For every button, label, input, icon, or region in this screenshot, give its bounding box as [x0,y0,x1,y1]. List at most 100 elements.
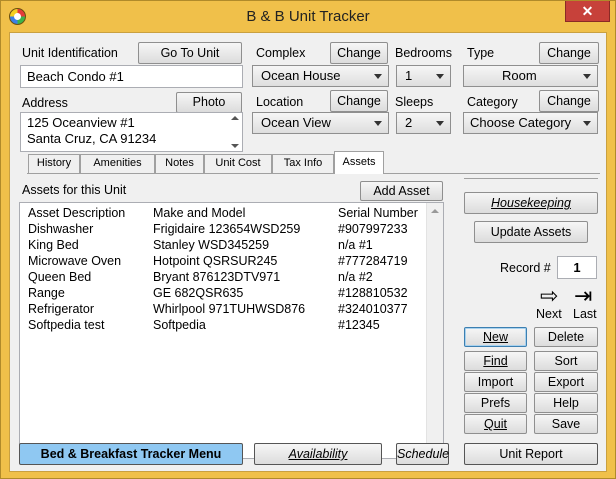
tab-history[interactable]: History [28,154,80,173]
main-panel: Unit Identification Go To Unit Beach Con… [9,32,607,472]
list-item[interactable]: Stanley WSD345259 [153,238,269,254]
list-item[interactable]: #128810532 [338,286,408,302]
category-value: Choose Category [470,115,572,130]
category-change-button[interactable]: Change [539,90,599,112]
chevron-down-icon [374,121,382,126]
unit-id-label: Unit Identification [22,46,118,60]
update-assets-button[interactable]: Update Assets [474,221,588,243]
address-line-1: 125 Oceanview #1 [27,115,135,130]
assets-header-make: Make and Model [153,206,246,220]
app-window: B & B Unit Tracker ✕ Unit Identification… [0,0,616,479]
quit-button[interactable]: Quit [464,414,527,434]
unit-report-button[interactable]: Unit Report [464,443,598,465]
close-button[interactable]: ✕ [565,1,610,22]
list-item[interactable]: Queen Bed [28,270,91,286]
assets-scrollbar[interactable] [426,203,443,458]
address-field[interactable]: 125 Oceanview #1 Santa Cruz, CA 91234 [20,112,243,152]
go-to-unit-label: Go To Unit [160,46,220,60]
availability-label: Availability [288,447,348,461]
list-item[interactable]: GE 682QSR635 [153,286,243,302]
list-item[interactable]: Whirlpool 971TUHWSD876 [153,302,305,318]
next-label[interactable]: Next [536,307,562,321]
category-label: Category [467,95,518,109]
type-value: Room [502,68,537,83]
title-bar: B & B Unit Tracker ✕ [1,1,615,32]
tab-unit-cost[interactable]: Unit Cost [204,154,272,173]
tab-amenities[interactable]: Amenities [80,154,155,173]
delete-button[interactable]: Delete [534,327,598,347]
new-button[interactable]: New [464,327,527,347]
bedrooms-value: 1 [405,68,413,83]
list-item[interactable]: Microwave Oven [28,254,121,270]
assets-section-label: Assets for this Unit [22,183,127,197]
tab-panel-border [27,173,600,174]
housekeeping-label: Housekeeping [491,196,571,210]
category-select[interactable]: Choose Category [463,112,598,134]
list-item[interactable]: Hotpoint QSRSUR245 [153,254,277,270]
assets-header-description: Asset Description [28,206,126,220]
chevron-down-icon [436,121,444,126]
unit-id-field[interactable]: Beach Condo #1 [20,65,243,88]
list-item[interactable]: Dishwasher [28,222,93,238]
list-item[interactable]: Range [28,286,65,302]
list-item[interactable]: #12345 [338,318,380,334]
record-field[interactable]: 1 [557,256,597,279]
photo-button[interactable]: Photo [176,92,242,113]
list-item[interactable]: #907997233 [338,222,408,238]
chevron-down-icon [583,121,591,126]
bedrooms-select[interactable]: 1 [396,65,451,87]
chevron-down-icon [436,74,444,79]
list-item[interactable]: Softpedia test [28,318,104,334]
divider [464,178,598,179]
last-label[interactable]: Last [573,307,597,321]
tab-tax-info[interactable]: Tax Info [272,154,334,173]
location-change-button[interactable]: Change [330,90,388,112]
list-item[interactable]: #324010377 [338,302,408,318]
list-item[interactable]: Frigidaire 123654WSD259 [153,222,300,238]
list-item[interactable]: n/a #1 [338,238,373,254]
housekeeping-button[interactable]: Housekeeping [464,192,598,214]
list-item[interactable]: Bryant 876123DTV971 [153,270,280,286]
address-line-2: Santa Cruz, CA 91234 [27,131,157,146]
go-to-unit-button[interactable]: Go To Unit [138,42,242,64]
tracker-menu-button[interactable]: Bed & Breakfast Tracker Menu [19,443,243,465]
export-button[interactable]: Export [534,372,598,392]
complex-value: Ocean House [261,68,341,83]
help-button[interactable]: Help [534,393,598,413]
complex-select[interactable]: Ocean House [252,65,389,87]
scroll-down-icon[interactable] [231,144,239,148]
list-item[interactable]: Refrigerator [28,302,94,318]
list-item[interactable]: King Bed [28,238,79,254]
type-change-button[interactable]: Change [539,42,599,64]
tab-notes[interactable]: Notes [155,154,204,173]
window-title: B & B Unit Tracker [246,8,370,25]
tab-assets[interactable]: Assets [334,151,384,174]
schedule-button[interactable]: Schedule [396,443,449,465]
next-arrow-icon[interactable]: ⇨ [540,285,558,307]
scroll-up-icon[interactable] [231,116,239,120]
chevron-down-icon [583,74,591,79]
location-value: Ocean View [261,115,331,130]
type-select[interactable]: Room [463,65,598,87]
list-item[interactable]: Softpedia [153,318,206,334]
find-label: Find [483,354,508,368]
list-item[interactable]: #777284719 [338,254,408,270]
last-arrow-icon[interactable]: ⇥ [574,285,592,307]
find-button[interactable]: Find [464,351,527,371]
save-button[interactable]: Save [534,414,598,434]
add-asset-button[interactable]: Add Asset [360,181,443,201]
assets-header-serial: Serial Number [338,206,418,220]
address-label: Address [22,96,68,110]
new-label: New [482,330,508,344]
availability-button[interactable]: Availability [254,443,382,465]
import-button[interactable]: Import [464,372,527,392]
location-select[interactable]: Ocean View [252,112,389,134]
prefs-button[interactable]: Prefs [464,393,527,413]
assets-list[interactable]: Asset Description Make and Model Serial … [19,202,444,459]
scroll-up-icon[interactable] [431,209,439,213]
complex-change-button[interactable]: Change [330,42,388,64]
sort-button[interactable]: Sort [534,351,598,371]
complex-label: Complex [256,46,306,60]
sleeps-select[interactable]: 2 [396,112,451,134]
list-item[interactable]: n/a #2 [338,270,373,286]
